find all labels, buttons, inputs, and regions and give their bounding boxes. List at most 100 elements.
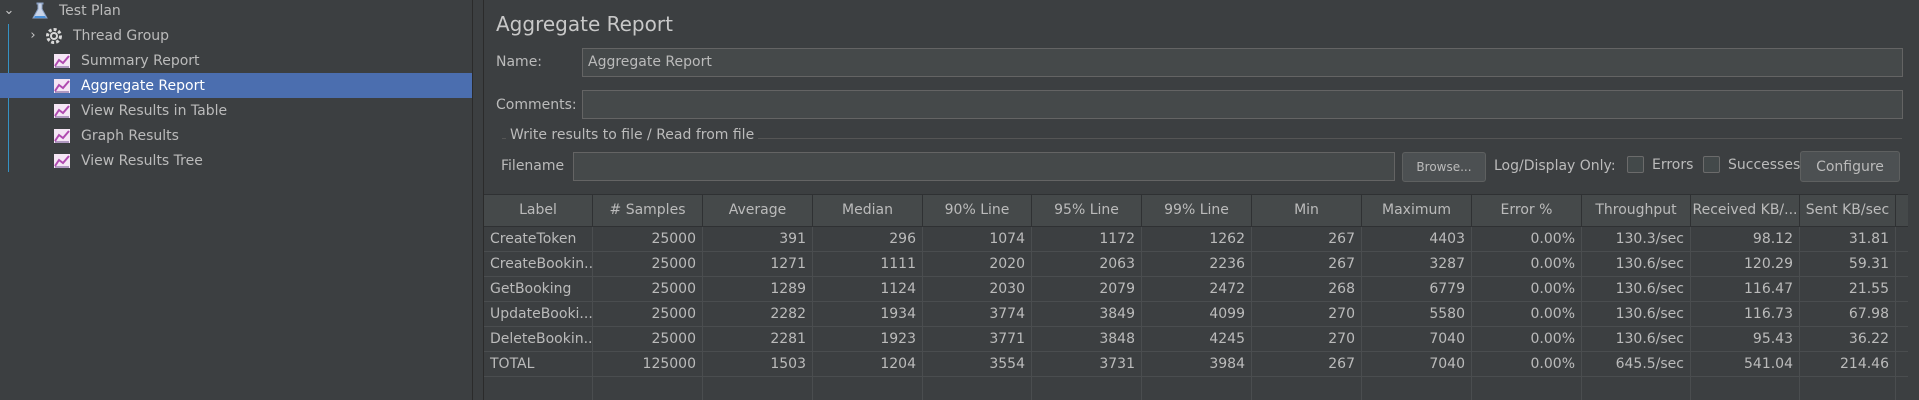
column-header[interactable]: # Samples — [593, 195, 703, 226]
tree-item-view-results-tree[interactable]: View Results Tree — [0, 148, 472, 173]
tree-item-label: Aggregate Report — [81, 77, 205, 94]
comments-field[interactable] — [582, 90, 1903, 119]
tree-item-label: Summary Report — [81, 52, 200, 69]
table-cell: 2063 — [1032, 252, 1142, 276]
tree-item-label: View Results in Table — [81, 102, 228, 119]
table-cell: 1172 — [1032, 227, 1142, 251]
table-cell — [1032, 377, 1142, 400]
name-field[interactable]: Aggregate Report — [582, 48, 1903, 77]
split-pane-divider[interactable] — [472, 0, 484, 400]
table-cell: UpdateBooki... — [484, 302, 593, 326]
configure-button[interactable]: Configure — [1800, 151, 1900, 182]
table-cell: 130.6/sec — [1582, 302, 1691, 326]
table-cell: 270 — [1252, 327, 1362, 351]
table-cell: 1934 — [813, 302, 923, 326]
table-cell: 2236 — [1142, 252, 1252, 276]
table-row[interactable]: CreateBookin... 25000 1271 1111 2020 2063 2236… — [484, 252, 1908, 277]
table-cell: 270 — [1252, 302, 1362, 326]
table-row[interactable]: UpdateBooki... 25000 2282 1934 3774 3849 4099 2… — [484, 302, 1908, 327]
table-cell: 4099 — [1142, 302, 1252, 326]
table-cell: 21.55 — [1800, 277, 1896, 301]
table-cell: 2079 — [1032, 277, 1142, 301]
table-cell: 2030 — [923, 277, 1032, 301]
column-header[interactable]: Received KB/... — [1691, 195, 1800, 226]
errors-checkbox[interactable] — [1627, 156, 1644, 173]
table-cell: 541.04 — [1691, 352, 1800, 376]
table-body: CreateToken 25000 391 296 1074 1172 1262 267 440… — [484, 227, 1908, 400]
column-header[interactable]: 99% Line — [1142, 195, 1252, 226]
table-cell: 4245 — [1142, 327, 1252, 351]
filename-label: Filename — [501, 158, 565, 174]
file-section-title: Write results to file / Read from file — [506, 127, 759, 143]
table-cell: 59.31 — [1800, 252, 1896, 276]
column-header[interactable]: 90% Line — [923, 195, 1032, 226]
table-row[interactable]: GetBooking 25000 1289 1124 2030 2079 2472 268 67… — [484, 277, 1908, 302]
column-header[interactable]: Error % — [1472, 195, 1582, 226]
table-cell: 130.6/sec — [1582, 327, 1691, 351]
tree-item-thread-group[interactable]: › Thread Group — [0, 23, 472, 48]
table-cell — [1472, 377, 1582, 400]
table-cell: 267 — [1252, 352, 1362, 376]
table-cell: 3731 — [1032, 352, 1142, 376]
table-cell — [813, 377, 923, 400]
successes-checkbox[interactable] — [1703, 156, 1720, 173]
table-cell: 3984 — [1142, 352, 1252, 376]
table-cell: 67.98 — [1800, 302, 1896, 326]
table-cell: 98.12 — [1691, 227, 1800, 251]
table-cell: 1204 — [813, 352, 923, 376]
table-cell: TOTAL — [484, 352, 593, 376]
table-cell: 116.47 — [1691, 277, 1800, 301]
table-cell: 2472 — [1142, 277, 1252, 301]
browse-button[interactable]: Browse... — [1402, 152, 1486, 182]
table-cell: 1271 — [703, 252, 813, 276]
chevron-right-icon[interactable]: › — [26, 28, 40, 43]
table-cell: 1074 — [923, 227, 1032, 251]
table-cell: 25000 — [593, 252, 703, 276]
column-header[interactable]: 95% Line — [1032, 195, 1142, 226]
table-cell: 3774 — [923, 302, 1032, 326]
table-cell — [923, 377, 1032, 400]
table-cell: 3848 — [1032, 327, 1142, 351]
tree-item-view-results-in-table[interactable]: View Results in Table — [0, 98, 472, 123]
table-cell: 25000 — [593, 327, 703, 351]
table-cell: 0.00% — [1472, 277, 1582, 301]
column-header[interactable]: Median — [813, 195, 923, 226]
table-row[interactable]: TOTAL 125000 1503 1204 3554 3731 3984 267 7040 0.… — [484, 352, 1908, 377]
name-label: Name: — [496, 54, 543, 70]
table-cell: CreateBookin... — [484, 252, 593, 276]
tree-item-graph-results[interactable]: Graph Results — [0, 123, 472, 148]
column-header[interactable]: Average — [703, 195, 813, 226]
table-cell: 130.6/sec — [1582, 252, 1691, 276]
chevron-down-icon[interactable]: ⌄ — [2, 3, 16, 18]
column-header[interactable]: Label — [484, 195, 593, 226]
table-header: Label # Samples Average Median 90% Line 95% L… — [484, 194, 1908, 227]
table-cell: 31.81 — [1800, 227, 1896, 251]
column-header[interactable]: Throughput — [1582, 195, 1691, 226]
table-row[interactable]: DeleteBookin... 25000 2281 1923 3771 3848 4245… — [484, 327, 1908, 352]
table-cell: 1111 — [813, 252, 923, 276]
filename-field[interactable] — [573, 152, 1395, 181]
errors-label[interactable]: Errors — [1652, 157, 1693, 173]
table-cell: 3849 — [1032, 302, 1142, 326]
column-header[interactable]: Maximum — [1362, 195, 1472, 226]
gear-icon — [44, 26, 64, 46]
empty-table-row — [484, 377, 1908, 400]
table-cell: 0.00% — [1472, 302, 1582, 326]
tree-item-aggregate-report[interactable]: Aggregate Report — [0, 73, 472, 98]
tree-item-label: Graph Results — [81, 127, 179, 144]
column-header[interactable]: Sent KB/sec — [1800, 195, 1896, 226]
table-row[interactable]: CreateToken 25000 391 296 1074 1172 1262 267 440… — [484, 227, 1908, 252]
column-header[interactable]: Min — [1252, 195, 1362, 226]
table-cell: 391 — [703, 227, 813, 251]
table-cell — [1362, 377, 1472, 400]
tree-item-test-plan[interactable]: ⌄ Test Plan — [0, 0, 472, 23]
aggregate-table: Label # Samples Average Median 90% Line 95% L… — [484, 194, 1908, 400]
table-cell — [1691, 377, 1800, 400]
table-cell: 130.3/sec — [1582, 227, 1691, 251]
chart-listener-icon — [52, 101, 72, 121]
tree-item-summary-report[interactable]: Summary Report — [0, 48, 472, 73]
table-cell: 7040 — [1362, 352, 1472, 376]
table-cell: 95.43 — [1691, 327, 1800, 351]
successes-label[interactable]: Successes — [1728, 157, 1800, 173]
table-cell: 1289 — [703, 277, 813, 301]
